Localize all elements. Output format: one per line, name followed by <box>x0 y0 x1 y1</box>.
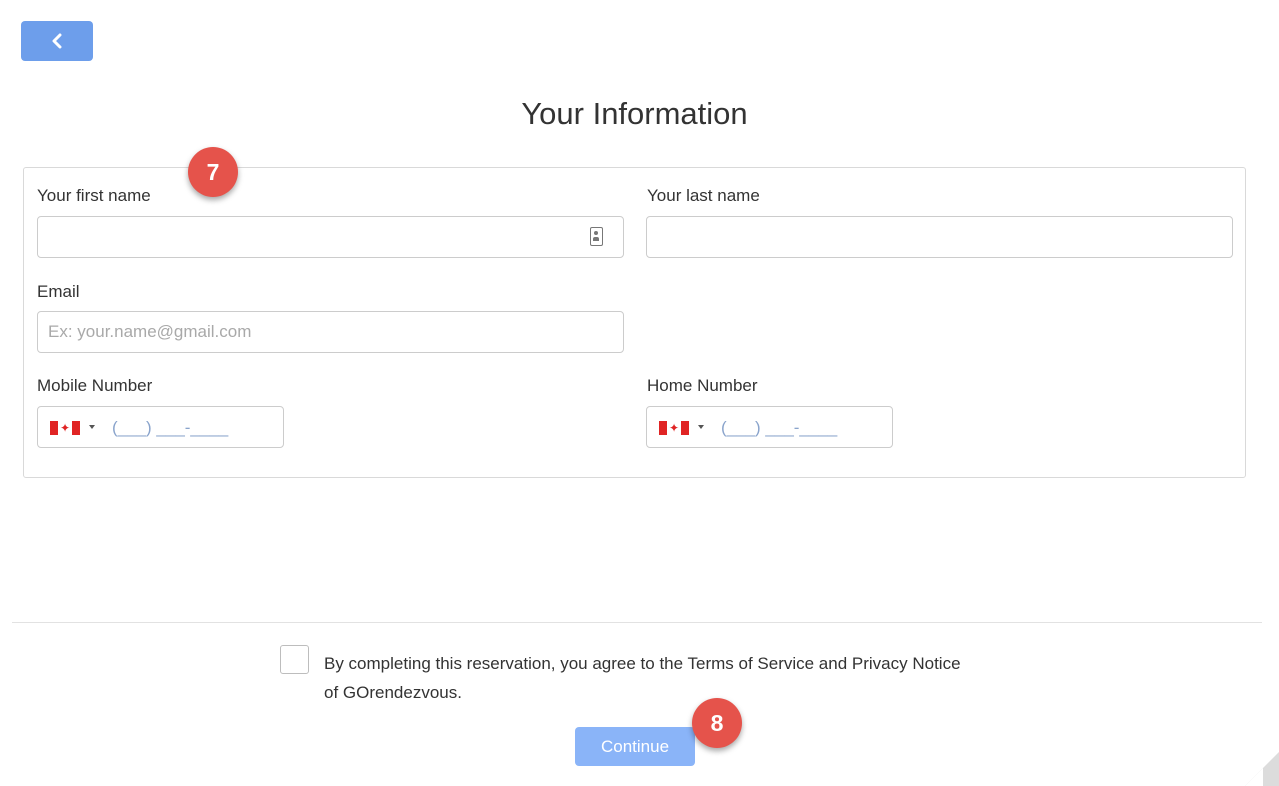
mobile-number-input[interactable]: ✦ (___) ___-____ <box>37 406 284 448</box>
autofill-contact-icon[interactable] <box>590 227 603 246</box>
mobile-number-label: Mobile Number <box>37 376 153 395</box>
resize-handle-mask <box>1245 768 1263 786</box>
step-badge-8: 8 <box>692 698 742 748</box>
terms-checkbox[interactable] <box>280 645 309 674</box>
caret-down-icon[interactable] <box>89 425 95 429</box>
home-number-input[interactable]: ✦ (___) ___-____ <box>646 406 893 448</box>
last-name-label: Your last name <box>647 186 760 205</box>
canada-flag-icon[interactable]: ✦ <box>659 421 689 435</box>
back-button[interactable] <box>21 21 93 61</box>
last-name-input[interactable] <box>646 216 1233 258</box>
mobile-number-mask: (___) ___-____ <box>112 418 229 437</box>
email-label: Email <box>37 282 80 301</box>
step-badge-7: 7 <box>188 147 238 197</box>
caret-down-icon[interactable] <box>698 425 704 429</box>
home-number-mask: (___) ___-____ <box>721 418 838 437</box>
continue-button[interactable]: Continue <box>575 727 695 766</box>
terms-agreement-text: By completing this reservation, you agre… <box>324 654 961 702</box>
chevron-left-icon <box>52 33 62 49</box>
footer-divider <box>12 622 1262 623</box>
first-name-input[interactable] <box>37 216 624 258</box>
home-number-label: Home Number <box>647 376 758 395</box>
first-name-label: Your first name <box>37 186 151 205</box>
page-title: Your Information <box>521 96 748 131</box>
canada-flag-icon[interactable]: ✦ <box>50 421 80 435</box>
email-input[interactable] <box>37 311 624 353</box>
